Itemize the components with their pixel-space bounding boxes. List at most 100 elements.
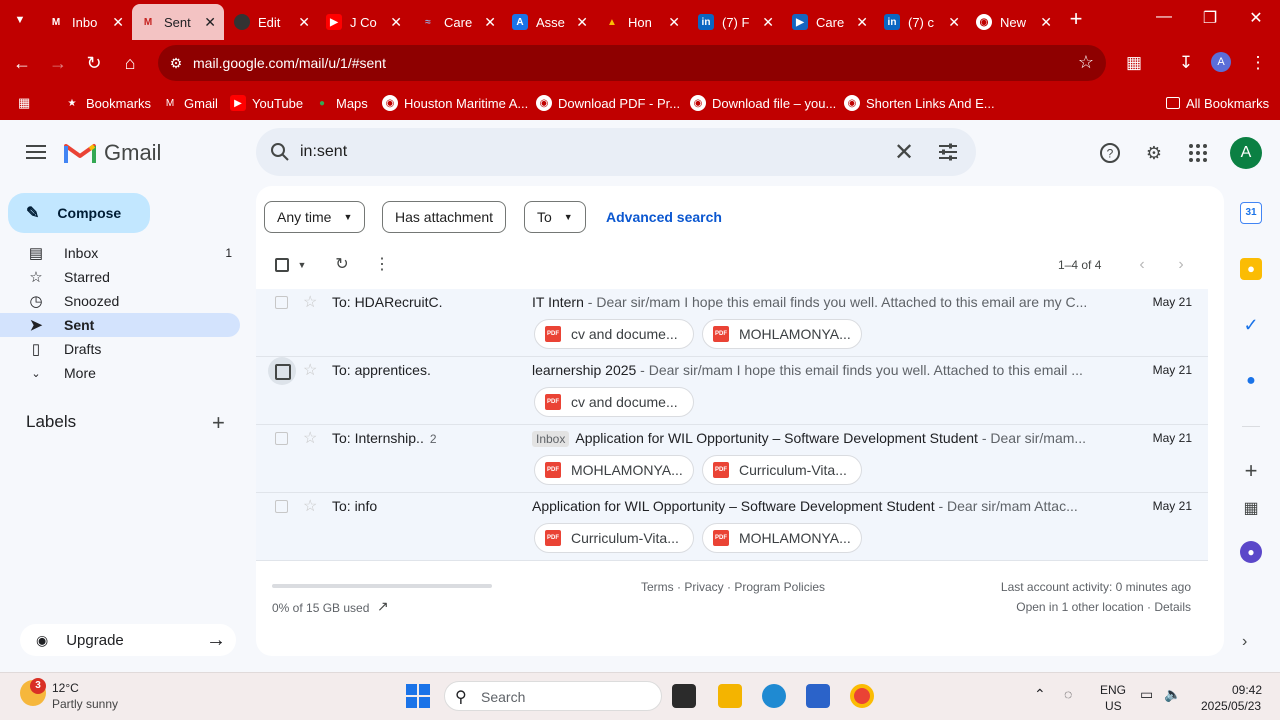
weather-description[interactable]: Partly sunny [52,697,118,711]
nav-item-snoozed[interactable]: ◷ Snoozed [0,289,240,313]
store-icon[interactable] [806,684,830,708]
chrome-icon[interactable] [850,684,874,708]
email-row[interactable]: ☆ To: apprentices. learnership 2025 - De… [256,357,1208,425]
clock-date[interactable]: 2025/05/23 [1201,699,1261,713]
row-checkbox[interactable] [268,357,296,385]
forward-icon[interactable]: → [46,51,70,75]
home-icon[interactable]: ⌂ [118,51,142,75]
bookmark-item[interactable]: ● Maps [314,93,368,113]
advanced-search-link[interactable]: Advanced search [606,209,722,225]
upgrade-button[interactable]: ◉ Upgrade → [20,624,236,656]
gmail-logo[interactable]: Gmail [64,140,161,166]
calendar-icon[interactable]: 31 [1240,202,1262,224]
nav-item-inbox[interactable]: ▤ Inbox 1 [0,241,240,265]
search-options-icon[interactable] [936,140,960,164]
filter-any-time[interactable]: Any time ▼ [264,201,366,233]
email-row[interactable]: ☆ To: Internship.. 2 Inbox Application for… [256,425,1208,493]
browser-tab[interactable]: ▶ Care ✕ [784,4,876,40]
tab-search-icon[interactable]: ▼ [8,8,32,32]
bookmark-item[interactable]: ★ Bookmarks [64,93,152,113]
add-label-icon[interactable]: + [212,410,225,436]
file-explorer-icon[interactable] [718,684,742,708]
browser-tab[interactable]: ▲ Hon ✕ [596,4,688,40]
settings-gear-icon[interactable]: ⚙ [1142,141,1166,165]
keep-icon[interactable]: ● [1240,258,1262,280]
nav-item-starred[interactable]: ☆ Starred [0,265,240,289]
close-tab-icon[interactable]: ✕ [948,15,960,29]
clear-search-icon[interactable]: ✕ [892,138,916,167]
browser-tab[interactable]: in (7) c ✕ [876,4,968,40]
browser-tab[interactable]: ◉ New ✕ [968,4,1060,40]
close-tab-icon[interactable]: ✕ [390,15,402,29]
email-row[interactable]: ☆ To: HDARecruitC. IT Intern - Dear sir/… [256,289,1208,357]
select-all-checkbox[interactable] [275,258,289,272]
browser-tab-active[interactable]: M Sent ✕ [132,4,224,40]
attachment-chip[interactable]: PDF Curriculum-Vita... [702,455,862,485]
activity-details-link[interactable]: Open in 1 other location · Details [1016,600,1191,614]
all-bookmarks-button[interactable]: All Bookmarks [1166,93,1269,113]
row-checkbox[interactable] [275,432,288,445]
help-icon[interactable]: ? [1098,141,1122,165]
close-window-icon[interactable]: ✕ [1244,8,1268,28]
tasks-icon[interactable]: ✓ [1240,314,1262,336]
star-icon[interactable]: ☆ [303,292,317,312]
browser-tab[interactable]: in (7) F ✕ [690,4,782,40]
older-page-icon[interactable]: › [1169,253,1193,277]
attachment-chip[interactable]: PDF cv and docume... [534,319,694,349]
restore-icon[interactable]: ❐ [1198,8,1222,28]
star-icon[interactable]: ☆ [303,428,317,448]
bookmark-item[interactable]: ◉ Houston Maritime A... [382,93,528,113]
site-info-icon[interactable]: ⚙ [166,53,186,73]
apps-grid-icon[interactable]: ▦ [18,93,30,113]
attachment-chip[interactable]: PDF cv and docume... [534,387,694,417]
star-icon[interactable]: ☆ [303,360,317,380]
mail-search-bar[interactable]: in:sent ✕ [256,128,976,176]
collapse-side-panel-icon[interactable]: › [1242,633,1247,651]
address-bar[interactable]: ⚙ mail.google.com/mail/u/1/#sent ☆ [158,45,1106,81]
close-tab-icon[interactable]: ✕ [576,15,588,29]
newer-page-icon[interactable]: ‹ [1130,253,1154,277]
close-tab-icon[interactable]: ✕ [204,15,216,29]
close-tab-icon[interactable]: ✕ [856,15,868,29]
weather-temperature[interactable]: 12°C [52,681,79,695]
bookmark-item[interactable]: ◉ Shorten Links And E... [844,93,995,113]
refresh-icon[interactable]: ↻ [330,253,354,277]
footer-links[interactable]: Terms · Privacy · Program Policies [641,580,825,594]
taskbar-search[interactable]: ⚲ Search [444,681,662,711]
contacts-icon[interactable]: ● [1240,370,1262,392]
back-icon[interactable]: ← [10,51,34,75]
inbox-label-tag[interactable]: Inbox [532,431,570,447]
chrome-menu-icon[interactable]: ⋮ [1246,51,1270,75]
browser-tab[interactable]: ▶ J Co ✕ [318,4,410,40]
email-row[interactable]: ☆ To: info Application for WIL Opportuni… [256,493,1208,561]
input-region[interactable]: US [1105,699,1122,713]
attachment-chip[interactable]: PDF Curriculum-Vita... [534,523,694,553]
assistant-addon-icon[interactable]: ● [1240,541,1262,563]
qr-addon-icon[interactable]: ▦ [1240,498,1262,520]
clock-time[interactable]: 09:42 [1232,683,1262,697]
new-tab-icon[interactable]: + [1064,8,1088,32]
external-link-icon[interactable]: ↗ [377,598,389,615]
account-avatar[interactable]: A [1230,137,1262,169]
minimize-icon[interactable]: — [1152,8,1176,26]
display-icon[interactable]: ▭ [1140,686,1153,703]
more-options-icon[interactable]: ⋮ [370,253,394,277]
extensions-icon[interactable]: ▦ [1122,51,1146,75]
close-tab-icon[interactable]: ✕ [484,15,496,29]
browser-tab[interactable]: Edit ✕ [226,4,318,40]
reload-icon[interactable]: ↻ [82,51,106,75]
bookmark-star-icon[interactable]: ☆ [1078,52,1094,73]
close-tab-icon[interactable]: ✕ [1040,15,1052,29]
download-icon[interactable]: ↧ [1174,51,1198,75]
nav-item-drafts[interactable]: ▯ Drafts [0,337,240,361]
search-input[interactable]: in:sent [300,143,347,161]
task-view-icon[interactable] [672,684,696,708]
nav-item-more[interactable]: ⌄ More [0,361,240,385]
bookmark-item[interactable]: M Gmail [162,93,218,113]
main-menu-icon[interactable] [24,141,48,165]
browser-profile-avatar[interactable]: A [1211,52,1231,72]
close-tab-icon[interactable]: ✕ [668,15,680,29]
close-tab-icon[interactable]: ✕ [762,15,774,29]
input-language[interactable]: ENG [1100,683,1126,697]
star-icon[interactable]: ☆ [303,496,317,516]
